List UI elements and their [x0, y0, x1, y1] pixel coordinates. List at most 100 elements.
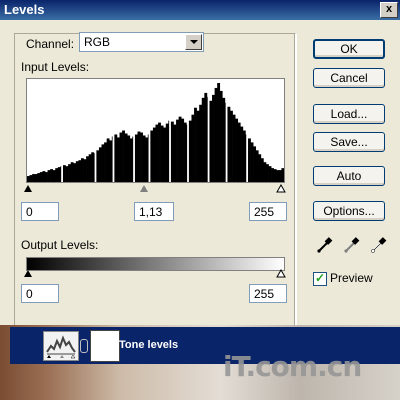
auto-button[interactable]: Auto — [313, 166, 385, 186]
histogram-bar — [237, 122, 241, 182]
histogram-bar — [55, 168, 59, 182]
save-button[interactable]: Save... — [313, 132, 385, 152]
histogram-bar — [88, 154, 92, 182]
histogram-bar — [183, 122, 187, 182]
histogram-bar — [57, 167, 61, 182]
input-slider-track[interactable] — [22, 184, 288, 194]
histogram-bar — [34, 174, 38, 182]
histogram-bar — [206, 96, 208, 182]
histogram-bar — [52, 170, 56, 182]
histogram-bar — [212, 94, 215, 182]
histogram-bar — [147, 134, 149, 182]
histogram-bar — [44, 172, 48, 182]
histogram-bar — [268, 166, 272, 182]
histogram — [26, 78, 285, 183]
histogram-bar — [214, 87, 218, 182]
input-gamma-slider[interactable] — [140, 185, 148, 192]
watermark: iT.com.cn — [223, 350, 362, 383]
histogram-bar — [80, 158, 84, 182]
title-bar: Levels x — [0, 0, 400, 20]
histogram-bar — [68, 164, 71, 182]
histogram-bar — [70, 162, 74, 182]
histogram-bar — [47, 170, 51, 182]
window-title: Levels — [4, 2, 45, 17]
histogram-bar — [168, 120, 170, 182]
channel-select[interactable]: RGB — [79, 32, 204, 52]
histogram-bar — [32, 174, 36, 182]
layer-mask-thumbnail[interactable] — [90, 330, 120, 362]
histogram-bar — [134, 134, 138, 182]
levels-dialog: Channel: RGB Input Levels: 0 1,13 255 Ou… — [0, 20, 400, 332]
histogram-bar — [127, 135, 131, 182]
histogram-bar — [204, 92, 208, 182]
histogram-bar — [222, 97, 226, 182]
histogram-bar — [245, 134, 247, 182]
histogram-bar — [258, 154, 262, 182]
preview-checkbox[interactable] — [313, 271, 327, 286]
input-black-field[interactable]: 0 — [21, 202, 59, 221]
histogram-bar — [240, 126, 244, 182]
cancel-button[interactable]: Cancel — [313, 68, 385, 88]
chain-link-icon[interactable] — [80, 339, 88, 353]
input-levels-label: Input Levels: — [21, 60, 90, 74]
histogram-bar — [152, 127, 156, 182]
chevron-down-icon[interactable] — [185, 34, 202, 50]
histogram-bar — [42, 171, 46, 182]
histogram-bar — [170, 121, 174, 182]
histogram-bar — [250, 142, 254, 182]
histogram-bar — [160, 125, 164, 182]
histogram-bar — [29, 175, 33, 182]
histogram-bar — [140, 132, 143, 182]
load-button[interactable]: Load... — [313, 104, 385, 124]
output-white-slider[interactable] — [276, 269, 286, 278]
histogram-bar — [73, 163, 77, 182]
histogram-bar — [101, 144, 105, 182]
gray-point-eyedropper-icon[interactable] — [343, 236, 361, 254]
histogram-bar — [60, 166, 62, 182]
histogram-bar — [62, 165, 66, 182]
histogram-bar — [122, 130, 125, 182]
histogram-bar — [199, 104, 203, 182]
output-levels-label: Output Levels: — [21, 238, 99, 252]
histogram-bar — [114, 134, 118, 182]
histogram-bar — [260, 158, 264, 182]
histogram-bar — [37, 173, 41, 182]
histogram-bar — [116, 137, 120, 182]
output-slider-track[interactable] — [22, 269, 288, 279]
histogram-chart — [27, 83, 285, 182]
histogram-bar — [201, 97, 205, 182]
histogram-bar — [78, 160, 82, 182]
white-point-eyedropper-icon[interactable] — [370, 236, 388, 254]
histogram-bar — [263, 162, 267, 182]
histogram-bar — [129, 138, 133, 182]
ok-button[interactable]: OK — [313, 39, 385, 59]
histogram-bar — [176, 119, 179, 182]
histogram-bar — [224, 102, 226, 182]
histogram-bar — [196, 110, 200, 182]
output-black-slider[interactable] — [24, 270, 32, 277]
histogram-bar — [119, 132, 123, 182]
histogram-bar — [227, 106, 231, 182]
black-point-eyedropper-icon[interactable] — [316, 236, 334, 254]
levels-adjustment-icon — [43, 331, 79, 361]
histogram-bar — [163, 127, 167, 182]
channel-label: Channel: — [26, 37, 75, 51]
close-button[interactable]: x — [380, 2, 398, 18]
preview-label: Preview — [330, 271, 373, 285]
input-white-slider[interactable] — [276, 184, 286, 193]
input-white-field[interactable]: 255 — [249, 202, 287, 221]
histogram-bar — [165, 123, 169, 182]
histogram-bar — [83, 159, 87, 182]
histogram-bar — [230, 110, 233, 182]
histogram-bar — [145, 137, 149, 182]
histogram-bar — [235, 118, 239, 182]
histogram-bar — [98, 147, 102, 182]
histogram-bar — [132, 136, 134, 182]
input-gamma-field[interactable]: 1,13 — [134, 202, 174, 221]
output-white-field[interactable]: 255 — [249, 284, 287, 303]
input-black-slider[interactable] — [24, 185, 32, 192]
output-black-field[interactable]: 0 — [21, 284, 59, 303]
options-button[interactable]: Options... — [313, 201, 385, 221]
histogram-bar — [273, 169, 277, 182]
histogram-bar — [39, 172, 43, 182]
